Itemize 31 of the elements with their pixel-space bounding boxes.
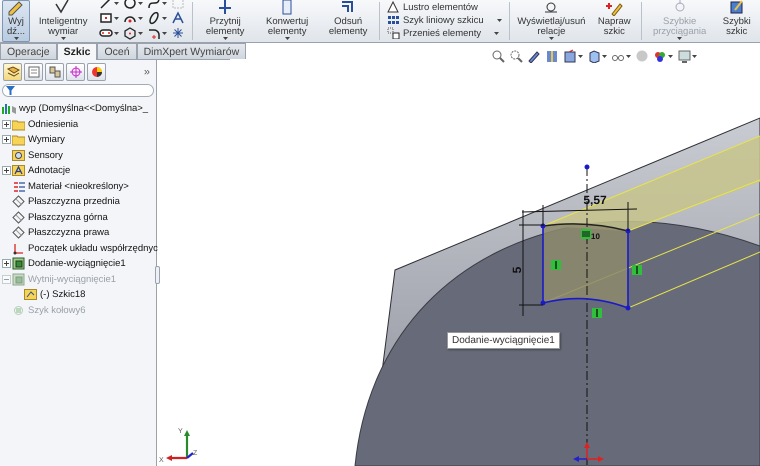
tab[interactable]: DimXpert Wymiarów — [136, 43, 246, 59]
toolbar-button[interactable]: Lustro elementów — [386, 1, 502, 13]
tree-item[interactable]: Adnotacje — [28, 165, 70, 176]
tree-item[interactable]: Odniesienia — [28, 118, 78, 130]
toolbar-button[interactable]: Konwertuj elementy — [255, 0, 320, 42]
tree-item[interactable]: Płaszczyzna górna — [28, 212, 108, 223]
tooltip: Dodanie-wyciągnięcie1 — [447, 332, 560, 349]
toolbar-button[interactable]: Odsuń elementy — [321, 0, 376, 42]
relation-label: 10 — [591, 232, 600, 241]
toolbar-button[interactable]: Szyk liniowy szkicu — [386, 14, 502, 26]
tree-item[interactable]: Materiał <nieokreślony> — [28, 180, 129, 192]
dimension-value[interactable]: 5 — [510, 266, 524, 274]
tab[interactable]: Szkic — [56, 43, 98, 60]
toolbar-button[interactable]: Wyjdź... — [2, 0, 30, 42]
toolbar-button[interactable]: Przenieś elementy — [386, 27, 502, 39]
tree-item[interactable]: Sensory — [28, 150, 63, 161]
tab[interactable]: Operacje — [0, 43, 57, 59]
toolbar-button[interactable]: Inteligentny wymiar — [32, 0, 94, 42]
tree-item[interactable]: wyp (Domyślna<<Domyślna>_ — [19, 103, 148, 114]
toolbar-button[interactable]: Wyświetlaj/usuń relacje — [513, 0, 590, 42]
toolbar-button[interactable]: Przytnij elementy — [196, 0, 254, 42]
tree-item[interactable]: Dodanie-wyciągnięcie1 — [28, 258, 126, 270]
dimension-value[interactable]: 5,57 — [583, 193, 607, 207]
toolbar-button[interactable]: Szybki szkic — [715, 0, 758, 42]
tree-item[interactable]: Płaszczyzna prawa — [28, 227, 110, 238]
tree-item[interactable]: Początek układu współrzędnyc — [28, 242, 158, 254]
tree-item[interactable]: Płaszczyzna przednia — [28, 196, 120, 208]
toolbar-button[interactable]: Napraw szkic — [591, 0, 638, 42]
more-tabs-button[interactable]: » — [140, 66, 153, 78]
tab[interactable]: Oceń — [97, 43, 137, 59]
tree-item[interactable]: Wymiary — [28, 134, 65, 146]
